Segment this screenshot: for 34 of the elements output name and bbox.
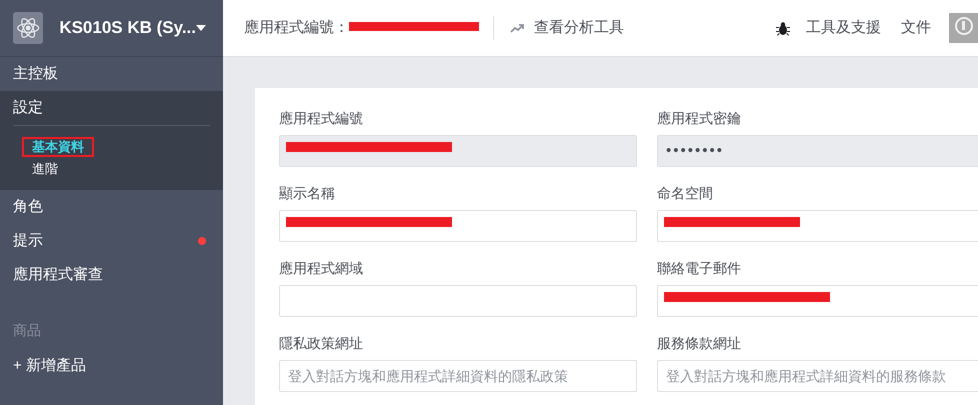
input-field[interactable]: •••••••• (657, 135, 978, 167)
field-label: 服務條款網址 (657, 334, 742, 353)
input-field[interactable] (279, 135, 637, 167)
atom-icon (13, 12, 44, 44)
sidebar-item[interactable]: 角色 (0, 190, 223, 224)
sidebar-item[interactable]: 提示 (0, 224, 223, 258)
sidebar-item[interactable]: 設定 (0, 91, 223, 125)
field-label: 應用程式密鑰 (657, 109, 742, 128)
docs-link[interactable]: 文件 (901, 16, 931, 40)
support-link[interactable]: 工具及支援 (806, 16, 881, 40)
caret-icon[interactable] (196, 25, 206, 31)
input-field[interactable] (279, 285, 637, 317)
trend-icon (510, 23, 524, 33)
field-label: 隱私政策網址 (279, 334, 364, 353)
sidebar-subitem[interactable]: 進階 (24, 161, 66, 177)
sidebar-item[interactable]: 主控板 (0, 57, 223, 91)
field-label: 命名空間 (657, 184, 714, 203)
field-label: 顯示名稱 (279, 184, 336, 203)
field-label: 應用程式編號 (279, 109, 364, 128)
bug-icon[interactable] (776, 20, 790, 36)
section-heading: 商品 (12, 321, 42, 340)
input-field[interactable] (279, 210, 637, 242)
input-field[interactable] (657, 285, 978, 317)
app-name[interactable]: KS010S KB (Sy... (59, 15, 196, 41)
sidebar-item[interactable]: 應用程式審查 (0, 258, 223, 292)
input-field[interactable]: 登入對話方塊和應用程式詳細資料的服務條款 (657, 360, 978, 392)
input-field[interactable] (657, 210, 978, 242)
field-label: 應用程式網域 (279, 259, 364, 278)
analytics-link[interactable]: 查看分析工具 (534, 16, 624, 40)
field-label: 聯絡電子郵件 (657, 259, 742, 278)
app-id-label: 應用程式編號： (244, 18, 349, 38)
input-field[interactable]: 登入對話方塊和應用程式詳細資料的隱私政策 (279, 360, 637, 392)
add-product-link[interactable]: + 新增產品 (0, 355, 223, 378)
sidebar-subitem[interactable]: 基本資料 (24, 139, 92, 155)
